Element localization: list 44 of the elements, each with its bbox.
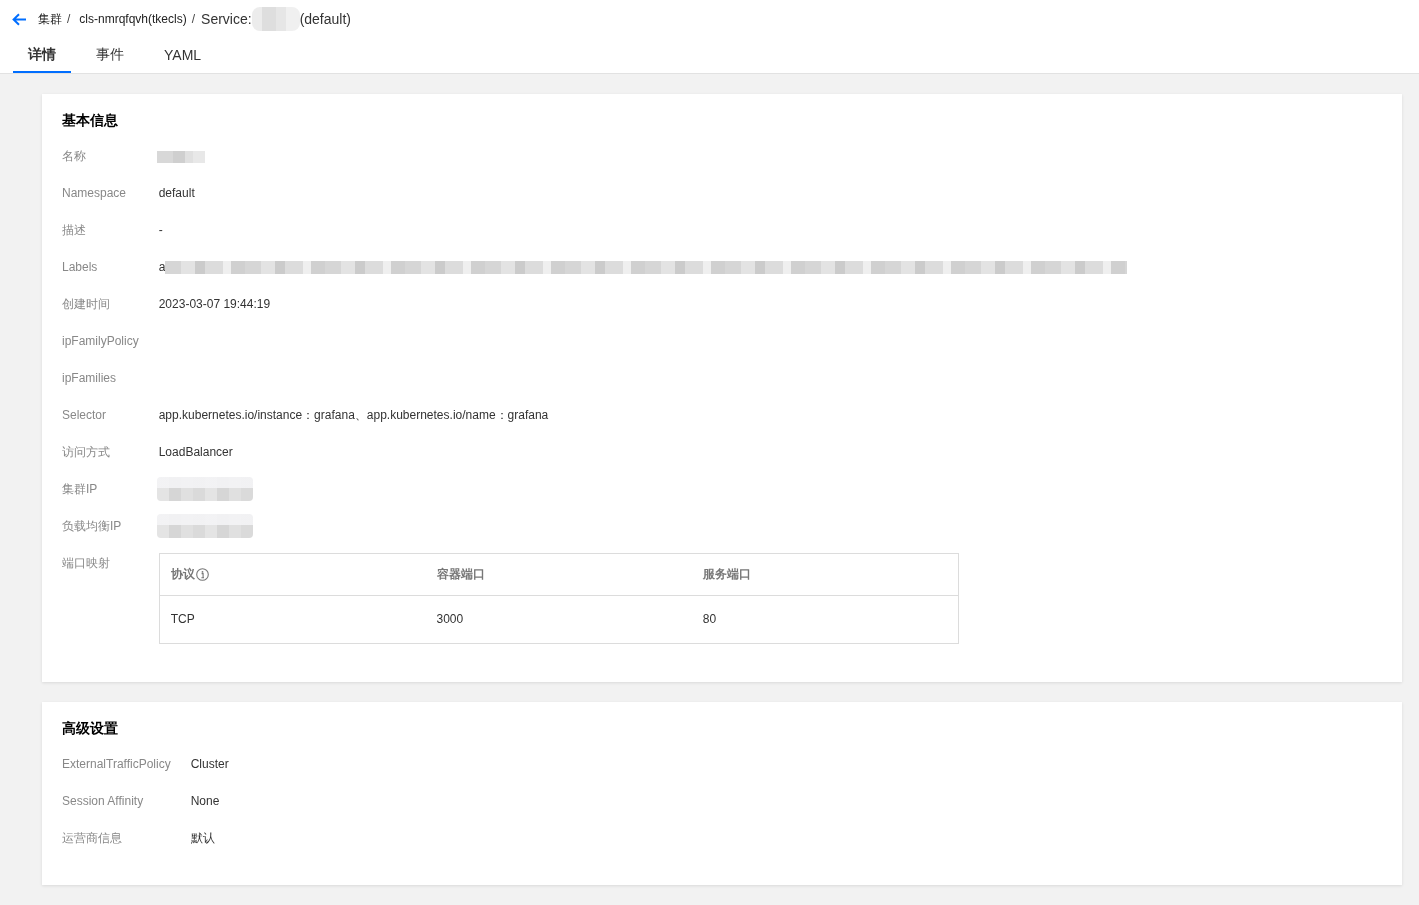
field-label: Namespace [62,185,128,202]
tab[interactable]: 事件 [81,38,139,73]
tab[interactable]: 详情 [13,38,71,73]
field-label: Labels [62,259,99,276]
field-label: ipFamilyPolicy [62,333,139,350]
field-value: LoadBalancer [158,445,233,459]
field-label: 描述 [62,222,87,239]
field-label: Session Affinity [62,793,145,810]
field-value: app.kubernetes.io/instance：grafana、app.kubernetes.io/name：grafana [158,408,549,422]
column-header: 容器端口 [425,553,692,596]
arrow-left-icon [12,12,27,26]
field-value: default [158,186,195,200]
field-label: ipFamilies [62,370,117,387]
column-header: 协议 [159,553,426,596]
section-title: 高级设置 [62,719,119,738]
field-value: - [158,223,163,237]
field-label: 名称 [62,148,87,165]
table-cell: 80 [691,595,959,644]
field-label: 运营商信息 [62,830,123,847]
field-label: 端口映射 [62,555,111,572]
field-label: 访问方式 [62,444,111,461]
breadcrumb-separator: / [67,12,71,26]
breadcrumb-current: (default) [299,11,351,27]
field-label: 集群IP [62,481,99,498]
field-label: 创建时间 [62,296,111,313]
field-value: Cluster [190,757,229,771]
field-label: 负载均衡IP [62,518,123,535]
breadcrumb-separator: / [191,12,196,26]
table-cell: 3000 [425,595,692,644]
field-value: 默认 [190,831,215,845]
breadcrumb-current: Service: [201,11,252,27]
field-value: 2023-03-07 19:44:19 [158,297,271,311]
section-title: 基本信息 [62,111,119,130]
field-value: a [158,259,166,276]
column-header: 服务端口 [691,553,959,596]
table-cell: TCP [159,595,426,644]
breadcrumb-link[interactable]: cls-nmrqfqvh(tkecls) [79,12,187,26]
field-label: Selector [62,407,108,424]
tab[interactable]: YAML [149,38,217,73]
field-value: None [190,794,220,808]
breadcrumb-link[interactable]: 集群 [38,10,62,28]
field-label: ExternalTrafficPolicy [62,756,171,773]
back-button[interactable] [12,12,27,26]
redacted-block [156,150,205,163]
